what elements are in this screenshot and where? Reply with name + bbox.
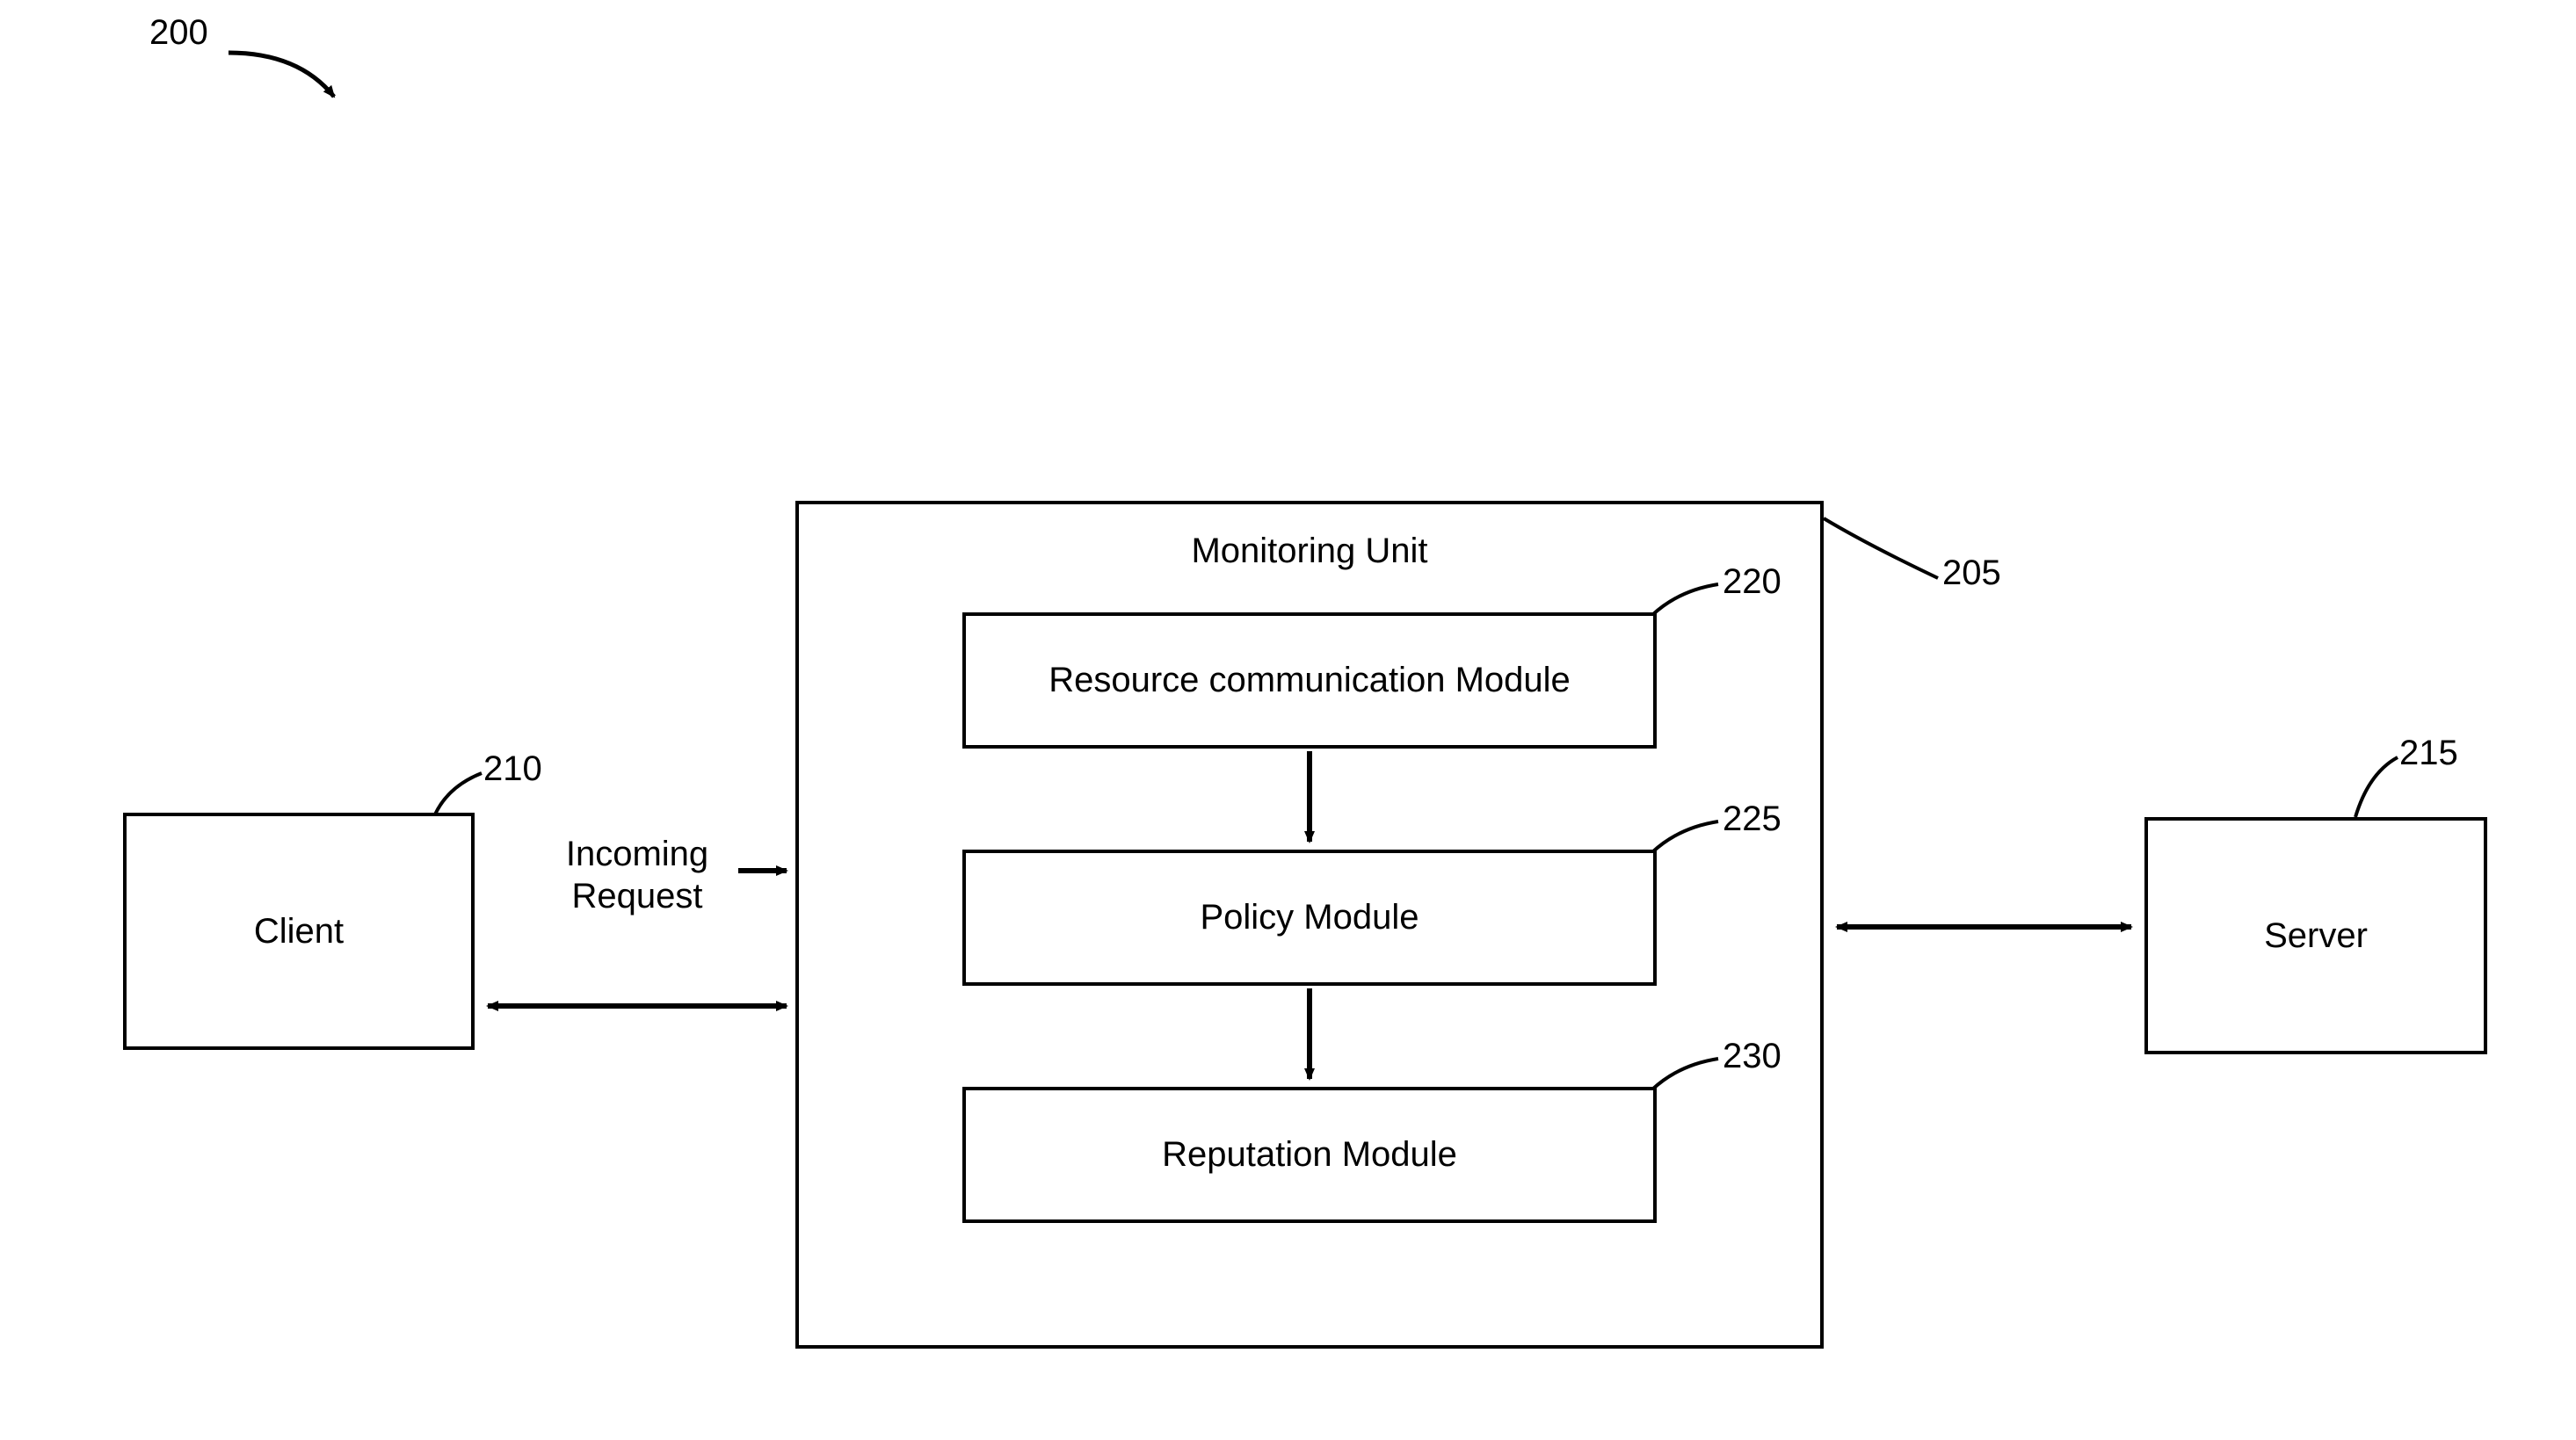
server-box: Server [2144, 817, 2487, 1054]
monitoring-unit-title: Monitoring Unit [1134, 532, 1485, 571]
incoming-request-label: Incoming Request [523, 833, 751, 917]
resource-module-box: Resource communication Module [962, 612, 1657, 749]
policy-module-box: Policy Module [962, 850, 1657, 986]
server-label: Server [2264, 916, 2368, 956]
client-label: Client [254, 912, 344, 952]
reputation-module-label: Reputation Module [1162, 1135, 1457, 1175]
reputation-module-box: Reputation Module [962, 1087, 1657, 1223]
monitoring-unit-ref: 205 [1942, 554, 2001, 593]
client-ref: 210 [483, 749, 542, 789]
policy-module-label: Policy Module [1200, 898, 1419, 937]
figure-ref-200: 200 [149, 13, 208, 53]
reputation-module-ref: 230 [1723, 1037, 1781, 1076]
resource-module-ref: 220 [1723, 562, 1781, 602]
resource-module-label: Resource communication Module [1049, 661, 1571, 700]
client-box: Client [123, 813, 475, 1050]
policy-module-ref: 225 [1723, 800, 1781, 839]
server-ref: 215 [2399, 734, 2458, 773]
